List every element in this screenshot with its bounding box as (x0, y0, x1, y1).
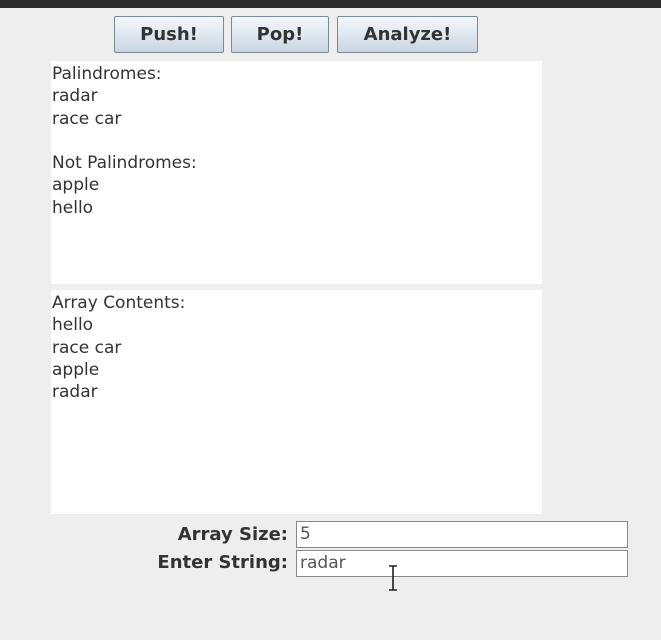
window-title-strip (0, 0, 661, 8)
enter-string-label: Enter String: (157, 552, 288, 573)
analyze-button[interactable]: Analyze! (337, 16, 478, 53)
enter-string-input[interactable]: radar (296, 550, 628, 577)
palindrome-results-area[interactable]: Palindromes: radar race car Not Palindro… (51, 61, 542, 284)
array-contents-area[interactable]: Array Contents: hello race car apple rad… (51, 290, 542, 514)
array-size-input[interactable]: 5 (296, 521, 628, 548)
text-cursor-icon (389, 565, 397, 591)
array-size-label: Array Size: (177, 524, 288, 545)
pop-button[interactable]: Pop! (231, 16, 329, 53)
push-button[interactable]: Push! (114, 16, 224, 53)
